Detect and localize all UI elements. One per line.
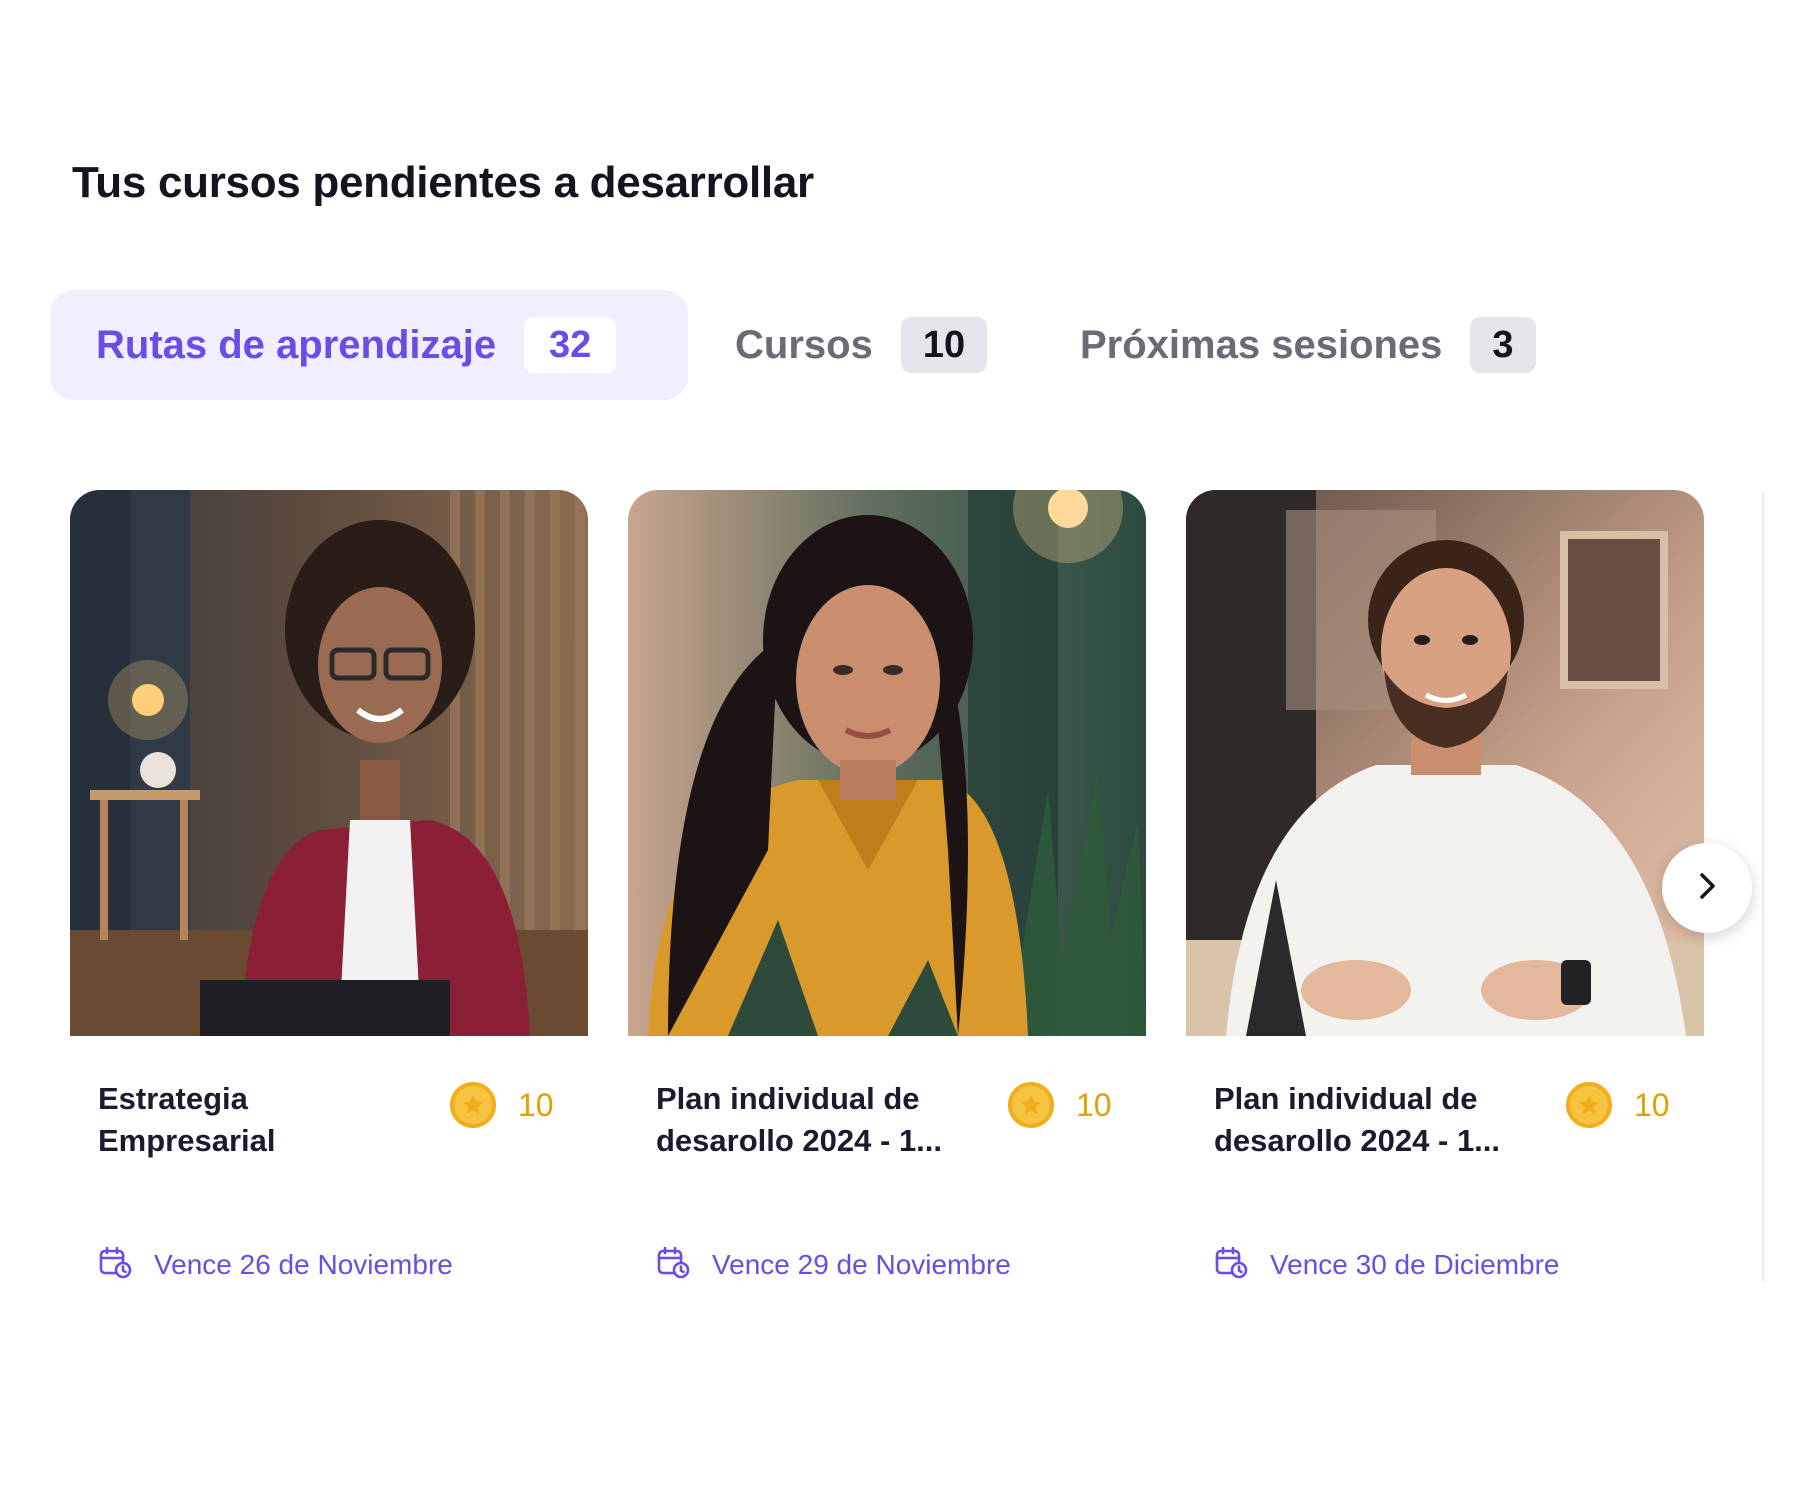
tab-label: Próximas sesiones bbox=[1080, 322, 1443, 367]
chevron-right-icon bbox=[1692, 871, 1722, 906]
points-value: 10 bbox=[1634, 1086, 1670, 1123]
points-value: 10 bbox=[1076, 1086, 1112, 1123]
course-card[interactable]: Plan individual de desarollo 2024 - 1...… bbox=[628, 490, 1146, 1310]
due-date-text: Vence 29 de Noviembre bbox=[712, 1248, 1011, 1280]
due-date: Vence 26 de Noviembre bbox=[98, 1245, 453, 1284]
carousel-next-button[interactable] bbox=[1662, 843, 1752, 933]
course-thumbnail[interactable] bbox=[70, 490, 588, 1036]
points-value: 10 bbox=[518, 1086, 554, 1123]
tab-count-badge: 32 bbox=[524, 317, 617, 373]
course-thumbnail[interactable] bbox=[628, 490, 1146, 1036]
tab-count-badge: 10 bbox=[900, 317, 988, 373]
tab-proximas-sesiones[interactable]: Próximas sesiones 3 bbox=[1080, 290, 1536, 400]
course-carousel: Estrategia Empresarial 10 Vence 26 de No… bbox=[70, 490, 1760, 1310]
coin-star-icon bbox=[450, 1082, 496, 1128]
course-card[interactable]: Estrategia Empresarial 10 Vence 26 de No… bbox=[70, 490, 588, 1310]
coin-star-icon bbox=[1566, 1082, 1612, 1128]
due-date: Vence 29 de Noviembre bbox=[656, 1245, 1011, 1284]
due-date: Vence 30 de Diciembre bbox=[1214, 1245, 1560, 1284]
instructor-photo bbox=[70, 490, 588, 1036]
course-title[interactable]: Plan individual de desarollo 2024 - 1... bbox=[656, 1078, 986, 1162]
due-date-text: Vence 30 de Diciembre bbox=[1270, 1248, 1560, 1280]
due-date-text: Vence 26 de Noviembre bbox=[154, 1248, 453, 1280]
instructor-photo bbox=[628, 490, 1146, 1036]
coin-star-icon bbox=[1008, 1082, 1054, 1128]
instructor-photo bbox=[1186, 490, 1704, 1036]
tab-bar: Rutas de aprendizaje 32 Cursos 10 Próxim… bbox=[50, 290, 1610, 400]
course-title[interactable]: Plan individual de desarollo 2024 - 1... bbox=[1214, 1078, 1544, 1162]
tab-label: Cursos bbox=[735, 322, 873, 367]
course-title[interactable]: Estrategia Empresarial bbox=[98, 1078, 428, 1162]
next-card-edge bbox=[1762, 492, 1764, 1282]
tab-label: Rutas de aprendizaje bbox=[96, 322, 497, 367]
points-indicator: 10 bbox=[1008, 1082, 1112, 1128]
tab-cursos[interactable]: Cursos 10 bbox=[735, 290, 988, 400]
points-indicator: 10 bbox=[450, 1082, 554, 1128]
tab-rutas-de-aprendizaje[interactable]: Rutas de aprendizaje 32 bbox=[50, 290, 688, 400]
tab-count-badge: 3 bbox=[1470, 317, 1536, 373]
course-card[interactable]: Plan individual de desarollo 2024 - 1...… bbox=[1186, 490, 1704, 1310]
calendar-clock-icon bbox=[98, 1245, 132, 1284]
calendar-clock-icon bbox=[656, 1245, 690, 1284]
section-title: Tus cursos pendientes a desarrollar bbox=[72, 158, 814, 207]
calendar-clock-icon bbox=[1214, 1245, 1248, 1284]
points-indicator: 10 bbox=[1566, 1082, 1670, 1128]
course-thumbnail[interactable] bbox=[1186, 490, 1704, 1036]
